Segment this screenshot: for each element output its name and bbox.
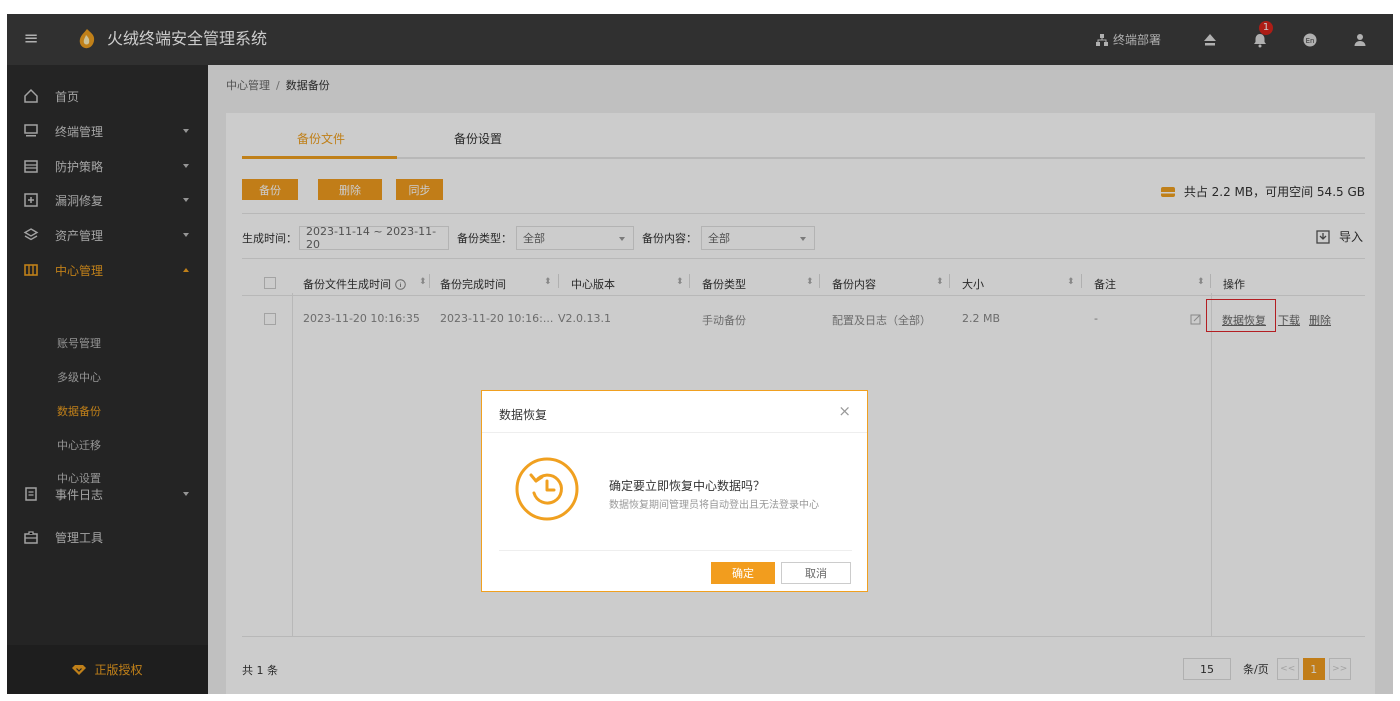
restore-icon	[515, 457, 579, 521]
divider	[499, 550, 852, 551]
app-window: ≡ 火绒终端安全管理系统 终端部署 1 En 首页 终端管理 防护策略 漏洞修复…	[7, 14, 1393, 694]
dialog-question: 确定要立即恢复中心数据吗？	[609, 479, 766, 493]
confirm-button[interactable]: 确定	[711, 562, 775, 584]
dialog-title: 数据恢复	[499, 408, 548, 422]
divider	[482, 432, 867, 433]
restore-dialog: 数据恢复 × 确定要立即恢复中心数据吗？ 数据恢复期间管理员将自动登出且无法登录…	[481, 390, 868, 592]
dialog-description: 数据恢复期间管理员将自动登出且无法登录中心	[609, 500, 819, 511]
modal-overlay	[7, 14, 1393, 694]
close-icon[interactable]: ×	[838, 402, 851, 420]
cancel-button[interactable]: 取消	[781, 562, 851, 584]
